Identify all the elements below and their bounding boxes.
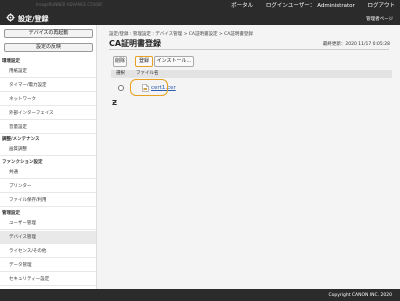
breadcrumb: 設定/登録 : 管理設定 : デバイス管理 > CA証明書設定 > CA証明書登…: [109, 32, 253, 37]
sidebar-item-interface[interactable]: 外部インターフェイス: [0, 107, 96, 120]
apply-settings-button[interactable]: 設定の反映: [4, 43, 93, 52]
section-title: 設定/登録: [18, 15, 49, 23]
sidebar-item-timer[interactable]: タイマー/電力設定: [0, 79, 96, 92]
sidebar-item-network[interactable]: ネットワーク: [0, 93, 96, 106]
login-user-label: ログインユーザー： Administrator: [265, 3, 355, 9]
copyright: Copyright CANON INC. 2020: [328, 293, 393, 298]
sidebar-item-license[interactable]: ライセンス/その他: [0, 245, 96, 258]
divider: [109, 49, 389, 50]
user-name: Administrator: [317, 3, 355, 9]
main-content: 設定/登録 : 管理設定 : デバイス管理 > CA証明書設定 > CA証明書登…: [101, 25, 398, 285]
footer: Copyright CANON INC. 2020: [0, 289, 400, 301]
delete-button[interactable]: 削除: [113, 56, 127, 67]
column-select: 選択: [116, 71, 125, 76]
install-button[interactable]: インストール...: [154, 56, 194, 67]
column-filename: ファイル名: [136, 71, 159, 76]
device-name: ImageRUNNER ADVANCE C5560F: [36, 2, 103, 7]
top-bar: ImageRUNNER ADVANCE C5560F ポータル ログインユーザー…: [0, 0, 400, 11]
sidebar-item-common[interactable]: 共通: [0, 166, 96, 179]
sidebar-heading-maintenance: 調整/メンテナンス: [2, 137, 40, 142]
selection-highlight: [130, 79, 168, 96]
sidebar-heading-management: 管理設定: [2, 211, 20, 216]
sidebar-heading-environment: 環境設定: [2, 59, 20, 64]
gear-icon: [6, 13, 15, 22]
logout-link[interactable]: ログアウト: [367, 3, 395, 9]
page-title: CA証明書登録: [109, 39, 162, 48]
sidebar-item-device-management[interactable]: デバイス管理: [0, 231, 96, 244]
sidebar-item-user-management[interactable]: ユーザー管理: [0, 217, 96, 230]
portal-link[interactable]: ポータル: [231, 3, 253, 9]
admin-page-link[interactable]: 管理者ページ: [366, 16, 393, 22]
last-updated: 最終更新：2020 11/17 0:05:28: [322, 42, 390, 47]
select-radio[interactable]: [118, 85, 124, 91]
sidebar-item-image-quality[interactable]: 画質調整: [0, 143, 96, 156]
section-header: 設定/登録 管理者ページ: [0, 11, 400, 25]
sidebar-item-security[interactable]: セキュリティー設定: [0, 273, 96, 286]
sidebar-heading-function: ファンクション設定: [2, 160, 43, 165]
register-button[interactable]: 登録: [135, 56, 153, 67]
restart-device-button[interactable]: デバイスの再起動: [4, 29, 93, 38]
sidebar: デバイスの再起動 設定の反映 環境設定 用紙設定 タイマー/電力設定 ネットワー…: [0, 25, 97, 301]
top-links: ポータル ログインユーザー： Administrator ログアウト: [220, 1, 395, 9]
sidebar-item-file-storage[interactable]: ファイル保存/利用: [0, 194, 96, 207]
sleep-z-icon: Ƶ: [112, 99, 118, 107]
sidebar-item-paper[interactable]: 用紙設定: [0, 65, 96, 78]
sidebar-item-data-management[interactable]: データ管理: [0, 259, 96, 272]
sidebar-item-printer[interactable]: プリンター: [0, 180, 96, 193]
sidebar-item-volume[interactable]: 音量設定: [0, 121, 96, 134]
table-header: 選択 ファイル名: [111, 70, 392, 78]
